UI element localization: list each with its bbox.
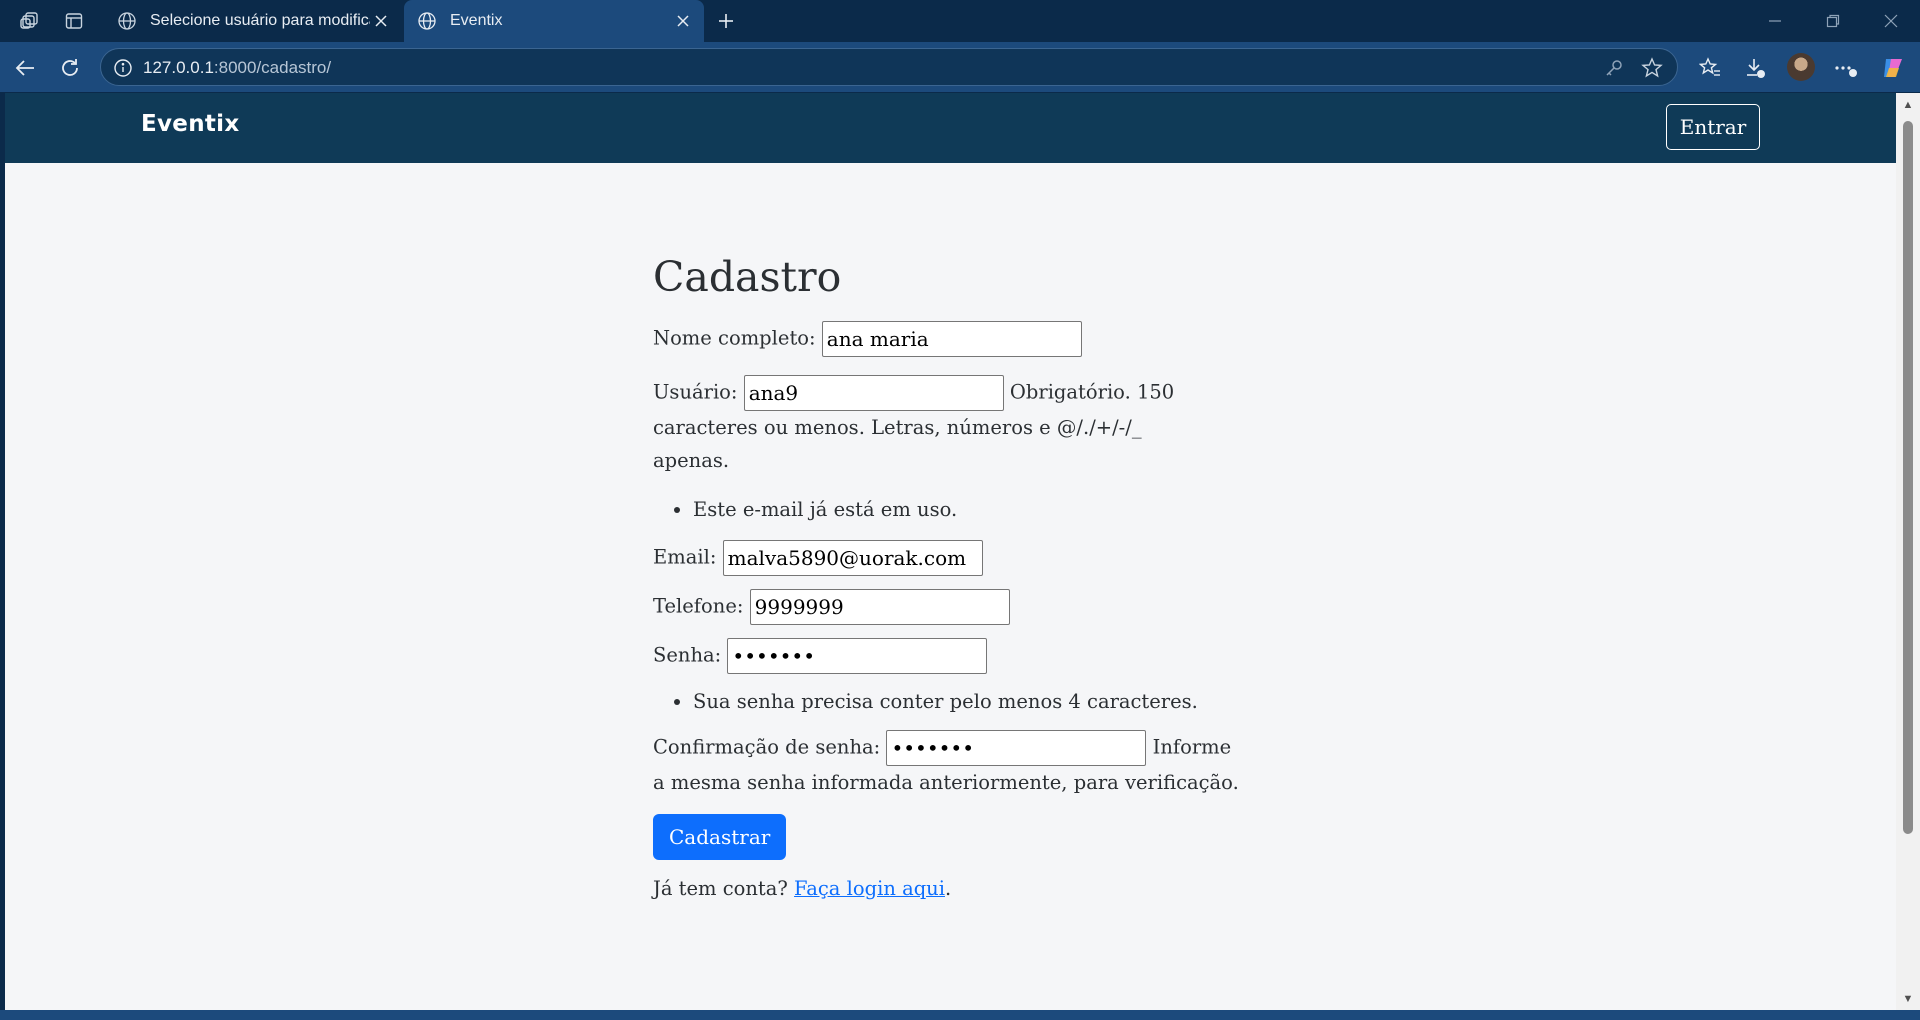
brand-logo[interactable]: Eventix — [141, 111, 240, 137]
tab-title: Eventix — [450, 12, 503, 29]
browser-toolbar: 127.0.0.1:8000/cadastro/ — [0, 42, 1920, 92]
senha-error: Sua senha precisa conter pelo menos 4 ca… — [693, 685, 1253, 718]
back-icon[interactable] — [10, 53, 40, 83]
url-path: :8000/cadastro/ — [213, 58, 332, 77]
submit-button[interactable]: Cadastrar — [653, 814, 787, 860]
page-viewport: Eventix Entrar Cadastro Nome completo: a… — [5, 93, 1896, 1010]
field-row-telefone: Telefone: 9999999 — [653, 589, 1253, 625]
login-prompt: Já tem conta? Faça login aqui. — [653, 872, 1253, 905]
restore-icon[interactable] — [1818, 8, 1848, 34]
label-senha: Senha: — [653, 643, 722, 667]
signup-form: Cadastro Nome completo: ana maria Usuári… — [653, 253, 1253, 905]
label-email: Email: — [653, 545, 717, 569]
scroll-thumb[interactable] — [1903, 121, 1913, 834]
browser-tab-strip: Selecione usuário para modificar | Event… — [0, 0, 1920, 42]
tab-admin[interactable]: Selecione usuário para modificar | — [104, 0, 402, 42]
field-row-confirmacao: Confirmação de senha: ••••••• Informe a … — [653, 730, 1243, 799]
email-error: Este e-mail já está em uso. — [693, 493, 1253, 526]
email-error-list: Este e-mail já está em uso. — [653, 493, 1253, 526]
key-icon[interactable] — [1603, 57, 1625, 79]
label-telefone: Telefone: — [653, 594, 744, 618]
site-navbar: Eventix Entrar — [5, 93, 1896, 163]
scroll-down-icon[interactable]: ▼ — [1902, 993, 1914, 1005]
globe-icon — [416, 10, 438, 32]
close-tab-icon[interactable] — [370, 10, 392, 32]
submit-row: Cadastrar — [653, 814, 1253, 860]
address-bar[interactable]: 127.0.0.1:8000/cadastro/ — [100, 48, 1678, 86]
label-nome: Nome completo: — [653, 326, 816, 350]
copilot-icon[interactable] — [1878, 53, 1908, 83]
tab-title: Selecione usuário para modificar | — [150, 12, 370, 29]
login-prompt-text: Já tem conta? — [653, 877, 788, 900]
site-info-icon[interactable] — [113, 58, 133, 78]
window-bottom-border — [0, 1010, 1920, 1020]
favorite-star-icon[interactable] — [1641, 57, 1663, 79]
downloads-icon[interactable] — [1740, 53, 1770, 83]
globe-icon — [116, 10, 138, 32]
more-options-icon[interactable] — [1830, 53, 1860, 83]
field-row-usuario: Usuário: ana9 Obrigatório. 150 caractere… — [653, 375, 1213, 477]
url-host: 127.0.0.1 — [143, 58, 214, 77]
tab-actions-icon[interactable] — [60, 8, 88, 34]
url-text: 127.0.0.1:8000/cadastro/ — [143, 58, 331, 78]
field-row-nome: Nome completo: ana maria — [653, 321, 1253, 357]
reload-icon[interactable] — [55, 53, 85, 83]
page-title: Cadastro — [653, 253, 842, 301]
close-tab-icon[interactable] — [672, 10, 694, 32]
login-prompt-end: . — [944, 877, 952, 900]
minimize-icon[interactable] — [1760, 8, 1790, 34]
favorites-icon[interactable] — [1695, 53, 1725, 83]
new-tab-icon[interactable] — [712, 8, 740, 34]
field-row-senha: Senha: ••••••• — [653, 638, 1253, 674]
label-confirmacao: Confirmação de senha: — [653, 735, 881, 759]
input-usuario[interactable]: ana9 — [743, 375, 1004, 411]
input-confirmacao[interactable]: ••••••• — [886, 730, 1147, 766]
scroll-up-icon[interactable]: ▲ — [1902, 99, 1914, 111]
senha-error-list: Sua senha precisa conter pelo menos 4 ca… — [653, 685, 1253, 718]
input-email[interactable]: malva5890@uorak.com — [722, 540, 983, 576]
input-senha[interactable]: ••••••• — [727, 638, 988, 674]
login-link[interactable]: Faça login aqui — [794, 877, 945, 900]
input-nome[interactable]: ana maria — [821, 321, 1082, 357]
profile-avatar[interactable] — [1787, 53, 1815, 81]
field-row-email: Email: malva5890@uorak.com — [653, 540, 1253, 576]
workspaces-icon[interactable] — [16, 8, 44, 34]
input-telefone[interactable]: 9999999 — [749, 589, 1010, 625]
tab-eventix[interactable]: Eventix — [404, 0, 704, 42]
label-usuario: Usuário: — [653, 380, 738, 404]
login-button[interactable]: Entrar — [1666, 104, 1760, 150]
page-scrollbar[interactable]: ▲ ▼ — [1896, 93, 1920, 1010]
close-window-icon[interactable] — [1876, 8, 1906, 34]
